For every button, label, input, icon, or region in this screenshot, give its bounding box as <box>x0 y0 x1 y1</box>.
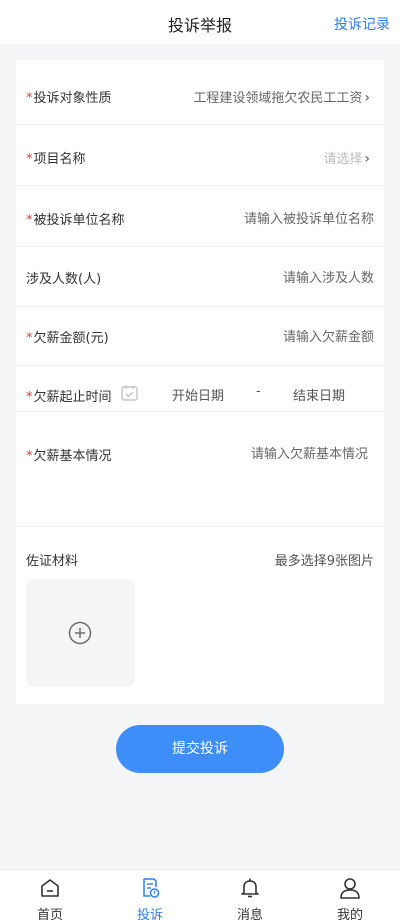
respondent-row: *被投诉单位名称 请输入被投诉单位名称 <box>16 187 384 247</box>
people-count-input[interactable]: 请输入涉及人数 <box>283 267 374 286</box>
bottom-tab-bar: 首页 投诉 消息 我的 <box>0 869 400 920</box>
description-row: *欠薪基本情况 请输入欠薪基本情况 <box>16 412 384 527</box>
project-name-label: *项目名称 <box>26 152 86 167</box>
description-textarea[interactable]: 请输入欠薪基本情况 <box>251 443 368 462</box>
people-count-row: 涉及人数(人) 请输入涉及人数 <box>16 247 384 307</box>
tab-home[interactable]: 首页 <box>0 870 100 920</box>
header-bar: 投诉举报 投诉记录 <box>0 0 400 44</box>
project-name-row[interactable]: *项目名称 请选择 › <box>16 126 384 186</box>
description-label: *欠薪基本情况 <box>26 449 112 464</box>
required-mark: * <box>26 390 33 405</box>
amount-input[interactable]: 请输入欠薪金额 <box>283 326 374 345</box>
required-mark: * <box>26 152 33 167</box>
add-circle-icon <box>68 621 92 645</box>
complaint-nature-row[interactable]: *投诉对象性质 工程建设领域拖欠农民工工资 › <box>16 65 384 125</box>
period-row: *欠薪起止时间 开始日期 - 结束日期 <box>16 366 384 412</box>
amount-row: *欠薪金额(元) 请输入欠薪金额 <box>16 306 384 366</box>
submit-complaint-button[interactable]: 提交投诉 <box>116 725 284 773</box>
required-mark: * <box>26 449 33 464</box>
tab-home-label: 首页 <box>36 908 63 920</box>
tab-messages-label: 消息 <box>236 908 263 920</box>
tab-complaint-label: 投诉 <box>136 908 163 920</box>
chevron-right-icon: › <box>364 151 370 167</box>
amount-label: *欠薪金额(元) <box>26 331 109 346</box>
bell-icon <box>241 878 259 898</box>
upload-image-button[interactable] <box>26 579 135 687</box>
complaint-icon <box>143 878 160 898</box>
end-date-input[interactable]: 结束日期 <box>293 385 345 404</box>
respondent-input[interactable]: 请输入被投诉单位名称 <box>244 208 374 227</box>
date-separator: - <box>256 384 261 399</box>
complaint-records-link[interactable]: 投诉记录 <box>334 14 390 34</box>
chevron-right-icon: › <box>364 90 370 106</box>
evidence-label: 佐证材料 <box>26 554 79 569</box>
evidence-hint: 最多选择9张图片 <box>274 554 374 569</box>
complaint-nature-value[interactable]: 工程建设领域拖欠农民工工资 › <box>193 87 370 106</box>
tab-profile[interactable]: 我的 <box>300 870 400 920</box>
required-mark: * <box>26 213 33 228</box>
user-icon <box>340 878 360 899</box>
tab-complaint[interactable]: 投诉 <box>100 870 200 920</box>
required-mark: * <box>26 91 33 106</box>
people-count-label: 涉及人数(人) <box>26 272 102 287</box>
complaint-nature-label: *投诉对象性质 <box>26 91 112 106</box>
project-name-select[interactable]: 请选择 › <box>323 148 370 167</box>
calendar-icon <box>121 385 138 401</box>
home-icon <box>41 879 59 897</box>
period-label: *欠薪起止时间 <box>26 390 112 405</box>
required-mark: * <box>26 331 33 346</box>
complaint-form: *投诉对象性质 工程建设领域拖欠农民工工资 › *项目名称 请选择 › *被投诉单位… <box>16 60 384 704</box>
respondent-label: *被投诉单位名称 <box>26 213 125 228</box>
start-date-input[interactable]: 开始日期 <box>172 385 224 404</box>
tab-messages[interactable]: 消息 <box>200 870 300 920</box>
tab-profile-label: 我的 <box>336 908 363 920</box>
